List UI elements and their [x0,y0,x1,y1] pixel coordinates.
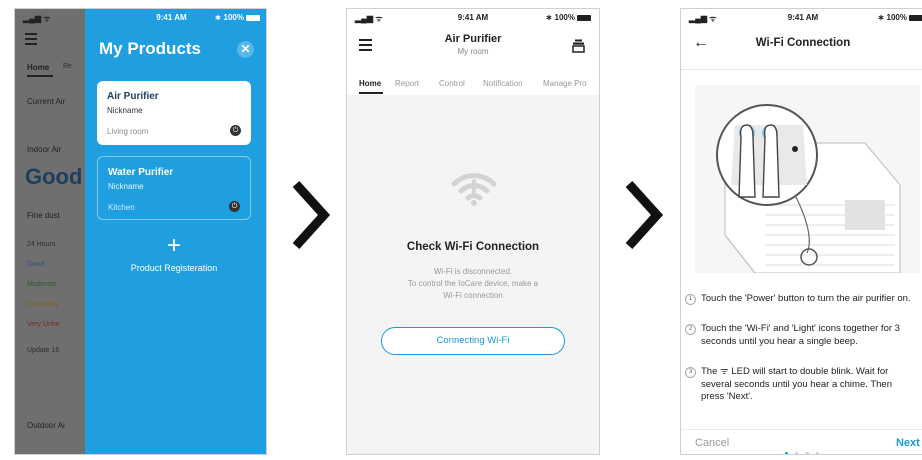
wifi-status-heading: Check Wi-Fi Connection [406,241,540,253]
step-number: 2 [685,324,696,335]
active-tab-indicator [359,92,383,94]
products-drawer: 9:41 AM ∗ 100% My Products ✕ Air Purifie… [85,9,266,454]
status-bar: ▂▄▆ ᯤ 9:41 AM ∗ 100% [681,9,922,27]
bluetooth-icon: ∗ [214,13,224,22]
product-nickname: Nickname [108,182,144,191]
battery-label: 100% [223,13,244,22]
bg-tab-report: Re [63,63,72,70]
product-nickname: Nickname [107,106,143,115]
battery-icon [577,14,591,21]
product-name: Water Purifier [108,167,174,178]
tab-home[interactable]: Home [359,79,381,88]
power-icon[interactable]: ⏻ [230,125,241,136]
connecting-wifi-button[interactable]: Connecting Wi-Fi [381,327,565,355]
page-title: Air Purifier [444,33,502,45]
product-registration-button[interactable]: + Product Registeration [97,232,251,285]
bg-current-air: Current Air [27,97,66,106]
cancel-button[interactable]: Cancel [695,437,729,449]
bg-legend-very-unhealthy: Very Unhe [27,321,60,328]
page-title: Wi-Fi Connection [755,37,851,49]
power-icon[interactable]: ⏻ [229,201,240,212]
battery-indicator: ∗ 100% [215,13,260,22]
battery-indicator: ∗ 100% [878,13,922,22]
message-line: Wi-Fi is disconnected. [433,267,513,276]
chevron-right-icon [625,180,664,250]
status-bar: ▂▄▆ ᯤ 9:41 AM ∗ 100% [347,9,599,27]
bg-update-time: Update 16 [27,347,60,354]
footer-divider [681,429,922,430]
instruction-illustration [695,85,920,273]
bg-indoor-air: Indoor Air [27,145,62,154]
battery-label: 100% [886,13,907,22]
tab-report[interactable]: Report [395,79,419,88]
page-indicator [785,442,820,454]
tab-bar: Home Report Control Notification Manage … [347,71,599,95]
instruction-step-3: 3 The ᯤ LED will start to double blink. … [685,366,911,404]
battery-icon [909,14,922,21]
chevron-right-icon [292,180,331,250]
wifi-status-message: Wi-Fi is disconnected. To control the Io… [347,266,599,302]
product-location: Kitchen [108,203,135,212]
bg-fine-dust: Fine dust [27,211,60,220]
message-line: Wi-Fi connection [443,291,503,300]
instruction-step-1: 1 Touch the 'Power' button to turn the a… [685,293,911,306]
bluetooth-icon: ∗ [545,13,555,22]
tab-control[interactable]: Control [439,79,465,88]
screen-air-purifier-home: ▂▄▆ ᯤ 9:41 AM ∗ 100% Air Purifier My roo… [346,8,600,455]
signal-icon: ▂▄▆ ᯤ [23,14,51,23]
next-button[interactable]: Next [896,437,920,449]
step-text: The ᯤ LED will start to double blink. Wa… [701,366,892,402]
instruction-step-2: 2 Touch the 'Wi-Fi' and 'Light' icons to… [685,323,911,348]
bg-legend-moderate: Moderate [27,281,57,288]
drawer-title: My Products [99,39,202,58]
screen-wifi-connection: ▂▄▆ ᯤ 9:41 AM ∗ 100% ← Wi-Fi Connection [680,8,922,455]
plus-icon: + [166,232,181,259]
battery-label: 100% [554,13,575,22]
tab-notification[interactable]: Notification [483,79,523,88]
bg-tab-home: Home [27,63,50,72]
message-line: To control the IoCare device, make a [407,279,539,288]
status-bar: 9:41 AM ∗ 100% [85,9,266,27]
bg-tab-underline [27,75,53,77]
page-dot [805,452,809,454]
battery-icon [246,14,260,21]
menu-icon[interactable] [25,33,37,45]
screen-my-products: ▂▄▆ ᯤ Home Re Current Air Indoor Air Goo… [14,8,267,455]
product-location: Living room [107,127,149,136]
bg-good-status: Good [25,164,83,189]
step-text: Touch the 'Power' button to turn the air… [701,293,911,304]
page-subtitle: My room [457,47,489,56]
close-icon[interactable]: ✕ [237,41,254,58]
bg-legend-unhealthy: Unhealthy [27,301,59,308]
product-card-air-purifier[interactable]: Air Purifier Nickname Living room ⏻ [97,81,251,145]
step-number: 1 [685,294,696,305]
product-name: Air Purifier [107,91,159,102]
bg-legend-good: Good [27,261,45,268]
product-card-water-purifier[interactable]: Water Purifier Nickname Kitchen ⏻ [97,156,251,220]
filter-icon[interactable] [572,39,585,53]
bg-outdoor-air: Outdoor Ai [27,421,65,430]
purifier-touch-illustration [716,104,901,273]
tab-manage-product[interactable]: Manage Pro [543,79,587,88]
header-divider [681,69,922,70]
page-dot [816,452,820,454]
step-number: 3 [685,367,696,378]
page-dot [795,452,799,454]
battery-indicator: ∗ 100% [546,13,591,22]
bluetooth-icon: ∗ [877,13,887,22]
wifi-icon [451,173,497,206]
bg-24-hours: 24 Hours [27,241,56,248]
page-dot-active [785,452,788,454]
step-text: Touch the 'Wi-Fi' and 'Light' icons toge… [701,323,900,347]
product-registration-label: Product Registeration [130,263,218,273]
